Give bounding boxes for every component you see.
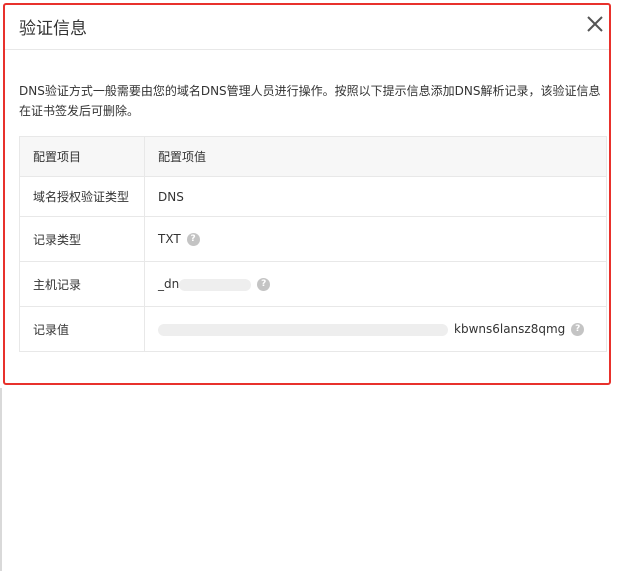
config-table: 配置项目 配置项值 域名授权验证类型 DNS 记录类型 TXT? 主机记录 _d… [19,136,607,352]
row-value-text: TXT [158,232,181,246]
help-icon[interactable]: ? [257,278,271,291]
row-key: 域名授权验证类型 [19,176,145,217]
column-header-item: 配置项目 [19,136,145,177]
dialog-header: 验证信息 [5,5,609,50]
verification-dialog: 验证信息 DNS验证方式一般需要由您的域名DNS管理人员进行操作。按照以下提示信… [3,3,611,385]
row-key: 主机记录 [19,261,145,307]
row-value: _dn? [144,261,607,307]
row-value-text: DNS [158,189,184,204]
close-icon[interactable] [584,13,606,35]
table-row: 记录值 kbwns6lansz8qmg? [19,306,607,352]
row-value: TXT? [144,216,607,262]
help-icon[interactable]: ? [571,323,585,336]
redacted-text [179,278,252,291]
row-value: DNS [144,176,607,217]
dialog-title: 验证信息 [19,19,87,39]
row-value-text: kbwns6lansz8qmg [454,322,566,336]
table-header-row: 配置项目 配置项值 [19,136,607,177]
column-header-value: 配置项值 [144,136,607,177]
background-divider [0,388,2,571]
table-row: 主机记录 _dn? [19,261,607,307]
table-row: 域名授权验证类型 DNS [19,176,607,217]
help-icon[interactable]: ? [186,233,200,246]
row-value: kbwns6lansz8qmg? [144,306,607,352]
table-row: 记录类型 TXT? [19,216,607,262]
row-key: 记录值 [19,306,145,352]
redacted-text [158,323,448,336]
row-value-text: _dn [158,277,180,291]
row-key: 记录类型 [19,216,145,262]
dialog-description: DNS验证方式一般需要由您的域名DNS管理人员进行操作。按照以下提示信息添加DN… [19,84,601,118]
